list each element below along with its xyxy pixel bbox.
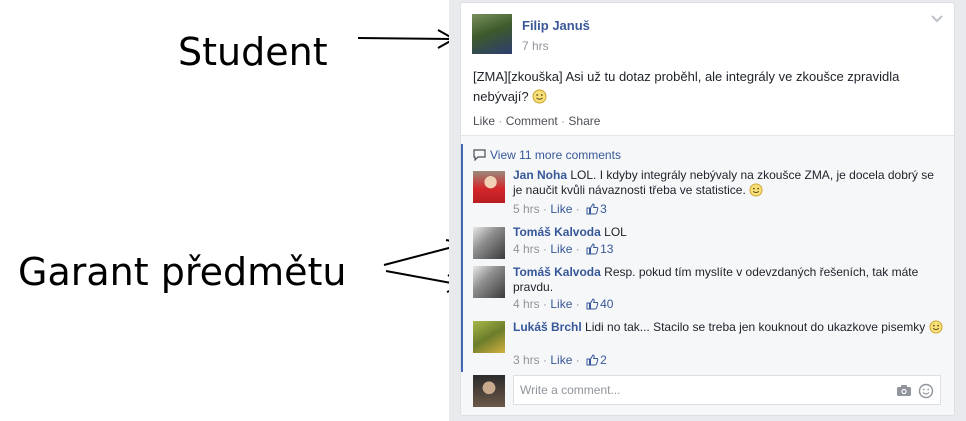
- comment-text: Tomáš Kalvoda Resp. pokud tím myslíte v …: [513, 265, 943, 295]
- author-avatar[interactable]: [472, 14, 512, 54]
- comment-like-count[interactable]: 2: [600, 353, 607, 367]
- thumbs-up-icon: [586, 298, 599, 310]
- view-more-label[interactable]: View 11 more comments: [490, 148, 621, 162]
- smiley-icon: [532, 89, 547, 104]
- post-author[interactable]: Filip Januš: [522, 18, 590, 33]
- separator-dot: ·: [561, 114, 566, 128]
- thumbs-up-icon: [586, 203, 599, 215]
- comment-text: Lukáš Brchl Lidi no tak... Stacilo se tr…: [513, 320, 943, 335]
- comment-time[interactable]: 3 hrs: [513, 353, 540, 367]
- comment-like-count[interactable]: 13: [600, 242, 613, 256]
- feed-background: Filip Januš 7 hrs [ZMA][zkouška] Asi už …: [449, 0, 966, 421]
- commenter-name[interactable]: Tomáš Kalvoda: [513, 225, 601, 239]
- emoji-icon[interactable]: [918, 383, 934, 399]
- comment-body: LOL: [604, 225, 627, 239]
- comment-input[interactable]: [514, 376, 890, 404]
- student-arrow: [357, 37, 453, 40]
- separator-dot: ·: [543, 353, 548, 367]
- commenter-avatar[interactable]: [473, 171, 505, 203]
- commenter-avatar[interactable]: [473, 227, 505, 259]
- comment-meta: 3 hrs · Like · 2: [513, 353, 607, 367]
- thumbs-up-icon: [586, 243, 599, 255]
- commenter-name[interactable]: Lukáš Brchl: [513, 320, 582, 334]
- separator-dot: ·: [543, 202, 548, 216]
- comment-meta: 4 hrs · Like · 40: [513, 297, 613, 311]
- post-card: Filip Januš 7 hrs [ZMA][zkouška] Asi už …: [460, 2, 955, 416]
- comment-body: LOL. I kdyby integrály nebývaly na zkouš…: [513, 168, 934, 197]
- comment-like-link[interactable]: Like: [550, 353, 572, 367]
- comment-like-link[interactable]: Like: [550, 202, 572, 216]
- separator-dot: ·: [498, 114, 503, 128]
- commenter-avatar[interactable]: [473, 321, 505, 353]
- separator-dot: ·: [543, 297, 548, 311]
- comment-time[interactable]: 5 hrs: [513, 202, 540, 216]
- comment-like-link[interactable]: Like: [550, 242, 572, 256]
- smiley-icon: [749, 183, 763, 197]
- comment-like-count[interactable]: 40: [600, 297, 613, 311]
- comment-time[interactable]: 4 hrs: [513, 242, 540, 256]
- post-time[interactable]: 7 hrs: [522, 39, 549, 53]
- comment-body: Lidi no tak... Stacilo se treba jen kouk…: [585, 320, 926, 334]
- camera-icon[interactable]: [896, 384, 912, 397]
- commenter-name[interactable]: Tomáš Kalvoda: [513, 265, 601, 279]
- chevron-down-icon[interactable]: [930, 11, 944, 25]
- current-user-avatar: [473, 375, 505, 407]
- like-link[interactable]: Like: [473, 114, 495, 128]
- smiley-icon: [929, 320, 943, 334]
- comment-like-link[interactable]: Like: [550, 297, 572, 311]
- separator-dot: ·: [575, 297, 580, 311]
- separator-dot: ·: [575, 202, 580, 216]
- comments-bar: [461, 144, 463, 372]
- separator-dot: ·: [543, 242, 548, 256]
- comment-like-count[interactable]: 3: [600, 202, 607, 216]
- view-more-comments[interactable]: View 11 more comments: [473, 148, 621, 162]
- separator-dot: ·: [575, 242, 580, 256]
- commenter-avatar[interactable]: [473, 266, 505, 298]
- comment-text: Tomáš Kalvoda LOL: [513, 225, 943, 240]
- comment-bubble-icon: [473, 149, 486, 161]
- comment-composer[interactable]: [513, 375, 941, 405]
- comment-meta: 5 hrs · Like · 3: [513, 202, 607, 216]
- post-actions: Like · Comment · Share: [473, 114, 600, 128]
- post-text: [ZMA][zkouška] Asi už tu dotaz proběhl, …: [473, 67, 943, 107]
- separator-dot: ·: [575, 353, 580, 367]
- annotation-arrows: [357, 29, 460, 293]
- comment-link[interactable]: Comment: [506, 114, 558, 128]
- comment-time[interactable]: 4 hrs: [513, 297, 540, 311]
- share-link[interactable]: Share: [568, 114, 600, 128]
- thumbs-up-icon: [586, 354, 599, 366]
- commenter-name[interactable]: Jan Noha: [513, 168, 567, 182]
- comment-text: Jan Noha LOL. I kdyby integrály nebývaly…: [513, 168, 943, 198]
- comment-meta: 4 hrs · Like · 13: [513, 242, 613, 256]
